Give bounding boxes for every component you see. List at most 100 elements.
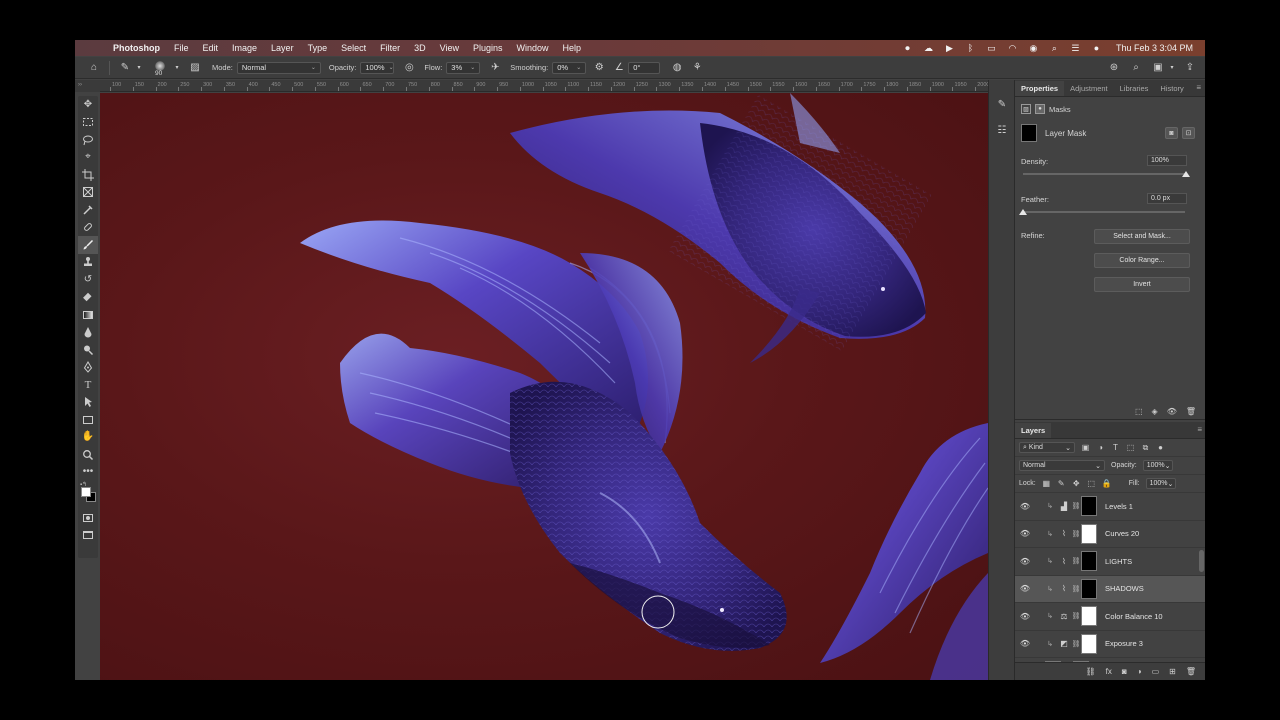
apply-mask-icon[interactable]: ◈ [1152, 407, 1158, 416]
tab-properties[interactable]: Properties [1015, 81, 1065, 96]
color-swatches[interactable]: ▪↰ [78, 481, 98, 509]
mask-link-icon[interactable]: ⛓ [1071, 585, 1081, 593]
bluetooth-icon[interactable]: ᛒ [965, 43, 976, 53]
menu-filter[interactable]: Filter [380, 43, 400, 53]
color-range-button[interactable]: Color Range... [1094, 253, 1190, 268]
brush-settings-panel-icon[interactable]: ✎ [989, 94, 1015, 114]
layer-name[interactable]: Curves 20 [1105, 529, 1139, 538]
kind-filter-dropdown[interactable]: ⌕ Kind ⌄ [1019, 442, 1075, 453]
opacity-field[interactable]: 100% ⌄ [360, 61, 395, 74]
feather-slider[interactable] [1023, 211, 1185, 213]
menu-view[interactable]: View [440, 43, 459, 53]
apple-menu-icon[interactable] [89, 43, 103, 53]
mask-link-icon[interactable]: ⛓ [1071, 530, 1081, 538]
visibility-eye-icon[interactable]: 👁 [1015, 529, 1035, 538]
crop-tool-icon[interactable] [78, 166, 98, 184]
layer-name[interactable]: Levels 1 [1105, 502, 1133, 511]
filter-type-icon[interactable]: T [1111, 443, 1120, 452]
frame-tool-icon[interactable] [78, 184, 98, 202]
menu-3d[interactable]: 3D [414, 43, 426, 53]
airbrush-icon[interactable]: ✈ [488, 61, 502, 75]
marquee-tool-icon[interactable] [78, 114, 98, 132]
layer-opacity-field[interactable]: 100% ⌄ [1142, 460, 1173, 471]
invert-button[interactable]: Invert [1094, 277, 1190, 292]
select-and-mask-button[interactable]: Select and Mask... [1094, 229, 1190, 244]
visibility-eye-icon[interactable]: 👁 [1015, 612, 1035, 621]
layer-mask-thumbnail[interactable] [1081, 496, 1097, 517]
tab-layers[interactable]: Layers [1015, 423, 1052, 438]
clone-stamp-tool-icon[interactable] [78, 254, 98, 272]
color-balance-icon[interactable]: ⚖ [1057, 612, 1071, 621]
layer-row[interactable]: 👁 ↳ ▟ ⛓ Levels 1 [1015, 493, 1205, 521]
density-slider-thumb[interactable] [1182, 171, 1190, 177]
filter-smart-object-icon[interactable]: ⧉ [1141, 443, 1150, 453]
chevron-down-icon[interactable]: ▾ [1165, 61, 1179, 75]
layer-mask-thumbnail[interactable] [1081, 551, 1097, 572]
blur-tool-icon[interactable] [78, 324, 98, 342]
lock-position-icon[interactable]: ✥ [1072, 479, 1081, 488]
eraser-tool-icon[interactable] [78, 289, 98, 307]
layer-mask-thumbnail[interactable] [1081, 578, 1097, 599]
brush-preset-picker[interactable]: 90 [152, 60, 170, 77]
filter-adjustment-icon[interactable]: ◑ [1096, 443, 1105, 452]
user-icon[interactable]: ◉ [1028, 43, 1039, 53]
layer-row[interactable]: 👁 ↳ ◩ ⛓ Exposure 3 [1015, 631, 1205, 658]
quick-mask-icon[interactable] [78, 509, 98, 527]
hand-tool-icon[interactable]: ✋ [78, 429, 98, 447]
layer-style-icon[interactable]: fx [1106, 667, 1112, 676]
new-adjustment-layer-icon[interactable]: ◑ [1137, 667, 1142, 676]
new-layer-icon[interactable]: ⊞ [1169, 667, 1176, 676]
share-icon[interactable]: ⇪ [1183, 61, 1197, 75]
menubar-clock[interactable]: Thu Feb 3 3:04 PM [1116, 43, 1193, 53]
menu-edit[interactable]: Edit [203, 43, 219, 53]
visibility-eye-icon[interactable]: 👁 [1015, 584, 1035, 593]
gradient-tool-icon[interactable] [78, 306, 98, 324]
tab-history[interactable]: History [1154, 81, 1189, 96]
layer-row[interactable]: 👁 ↳ ⌇ ⛓ Curves 20 [1015, 521, 1205, 548]
layer-mask-thumbnail[interactable] [1081, 606, 1097, 627]
wifi-icon[interactable]: ◠ [1007, 43, 1018, 53]
mask-link-icon[interactable]: ⛓ [1071, 612, 1081, 620]
document-canvas[interactable] [100, 93, 988, 680]
mode-dropdown[interactable]: Normal ⌄ [236, 61, 321, 74]
filter-pixel-icon[interactable]: ▣ [1081, 443, 1090, 452]
home-icon[interactable]: ⌂ [87, 61, 101, 75]
layer-name[interactable]: Exposure 3 [1105, 639, 1143, 648]
lock-artboard-icon[interactable]: ⬚ [1087, 479, 1096, 488]
layer-name[interactable]: LIGHTS [1105, 557, 1132, 566]
smoothing-field[interactable]: 0% ⌄ [552, 61, 587, 74]
layer-name[interactable]: Color Balance 10 [1105, 612, 1163, 621]
select-pixel-mask-icon[interactable]: ◙ [1165, 127, 1178, 139]
brush-settings-icon[interactable]: ▨ [188, 61, 202, 75]
healing-brush-tool-icon[interactable] [78, 219, 98, 237]
menu-help[interactable]: Help [563, 43, 582, 53]
menu-file[interactable]: File [174, 43, 189, 53]
angle-field[interactable]: 0° [628, 61, 661, 74]
menu-window[interactable]: Window [517, 43, 549, 53]
filter-shape-icon[interactable]: ⬚ [1126, 443, 1135, 452]
menu-layer[interactable]: Layer [271, 43, 294, 53]
layers-scrollbar[interactable] [1199, 550, 1204, 572]
chevron-down-icon[interactable]: ▾ [132, 61, 146, 75]
zoom-tool-icon[interactable] [78, 446, 98, 464]
load-selection-icon[interactable]: ⬚ [1135, 407, 1143, 416]
creative-cloud-icon[interactable]: ☁ [923, 43, 934, 53]
tab-adjustment[interactable]: Adjustment [1064, 81, 1114, 96]
fill-field[interactable]: 100% ⌄ [1145, 478, 1176, 489]
chevron-down-icon[interactable]: ▾ [170, 61, 184, 75]
lock-image-icon[interactable]: ✎ [1057, 479, 1066, 488]
layer-mask-thumbnail[interactable] [1081, 523, 1097, 544]
type-tool-icon[interactable]: T [78, 376, 98, 394]
visibility-icon[interactable]: 👁 [1167, 407, 1177, 416]
lock-all-icon[interactable]: 🔒 [1102, 479, 1112, 488]
dodge-tool-icon[interactable] [78, 341, 98, 359]
gear-icon[interactable]: ⚙ [592, 61, 606, 75]
pressure-size-icon[interactable]: ◍ [670, 61, 684, 75]
record-icon[interactable]: ⏺ [902, 43, 913, 53]
lasso-tool-icon[interactable] [78, 131, 98, 149]
curves-icon[interactable]: ⌇ [1057, 529, 1071, 538]
screen-mode-icon[interactable] [78, 527, 98, 545]
menu-app-name[interactable]: Photoshop [113, 43, 160, 53]
battery-icon[interactable]: ▭ [986, 43, 997, 53]
menu-plugins[interactable]: Plugins [473, 43, 503, 53]
